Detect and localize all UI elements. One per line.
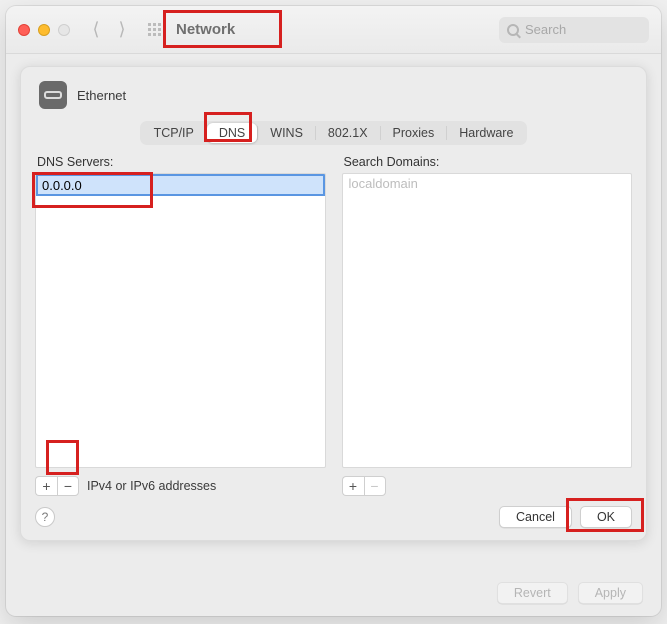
advanced-sheet: Ethernet TCP/IP DNS WINS 802.1X Proxies … xyxy=(20,66,647,541)
domain-item[interactable]: localdomain xyxy=(349,176,418,191)
dns-column: DNS Servers: + − IPv4 or IPv6 addresses xyxy=(35,155,326,496)
revert-button: Revert xyxy=(497,582,568,604)
search-domains-label: Search Domains: xyxy=(342,155,633,169)
zoom-window-button xyxy=(58,24,70,36)
window-footer: Revert Apply xyxy=(497,582,643,604)
search-field[interactable]: Search xyxy=(499,17,649,43)
search-icon xyxy=(507,24,519,36)
dns-server-input[interactable] xyxy=(36,174,325,196)
window-title: Network xyxy=(176,21,235,38)
show-all-icon[interactable] xyxy=(148,23,166,36)
dns-buttons-row: + − IPv4 or IPv6 addresses xyxy=(35,476,326,496)
ok-button[interactable]: OK xyxy=(580,506,632,528)
tab-wins[interactable]: WINS xyxy=(258,123,315,143)
tab-proxies[interactable]: Proxies xyxy=(381,123,447,143)
service-name: Ethernet xyxy=(77,88,126,103)
toolbar: ⟨ ⟩ Network Search xyxy=(6,6,661,54)
search-placeholder: Search xyxy=(525,22,566,37)
apply-button: Apply xyxy=(578,582,643,604)
ethernet-icon xyxy=(39,81,67,109)
add-dns-button[interactable]: + xyxy=(35,476,57,496)
tab-8021x[interactable]: 802.1X xyxy=(316,123,380,143)
service-row: Ethernet xyxy=(35,81,632,109)
segmented-control: TCP/IP DNS WINS 802.1X Proxies Hardware xyxy=(140,121,528,145)
dns-servers-label: DNS Servers: xyxy=(35,155,326,169)
cancel-button[interactable]: Cancel xyxy=(499,506,572,528)
columns: DNS Servers: + − IPv4 or IPv6 addresses … xyxy=(35,155,632,496)
add-domain-button[interactable]: + xyxy=(342,476,364,496)
dns-servers-list[interactable] xyxy=(35,173,326,468)
search-domains-list[interactable]: localdomain xyxy=(342,173,633,468)
remove-domain-button: − xyxy=(364,476,386,496)
tab-tcpip[interactable]: TCP/IP xyxy=(142,123,206,143)
minimize-window-button[interactable] xyxy=(38,24,50,36)
traffic-lights xyxy=(18,24,70,36)
close-window-button[interactable] xyxy=(18,24,30,36)
dns-stepper: + − xyxy=(35,476,79,496)
dns-hint: IPv4 or IPv6 addresses xyxy=(87,479,216,493)
back-button[interactable]: ⟨ xyxy=(86,20,106,40)
forward-button: ⟩ xyxy=(112,20,132,40)
tabs: TCP/IP DNS WINS 802.1X Proxies Hardware xyxy=(35,121,632,145)
tab-hardware[interactable]: Hardware xyxy=(447,123,525,143)
sheet-footer: ? Cancel OK xyxy=(35,506,632,528)
domains-column: Search Domains: localdomain + − xyxy=(342,155,633,496)
domains-buttons-row: + − xyxy=(342,476,633,496)
domains-stepper: + − xyxy=(342,476,386,496)
tab-dns[interactable]: DNS xyxy=(207,123,257,143)
nav-arrows: ⟨ ⟩ xyxy=(86,20,132,40)
help-button[interactable]: ? xyxy=(35,507,55,527)
title-area: Network xyxy=(148,21,235,38)
remove-dns-button[interactable]: − xyxy=(57,476,79,496)
prefs-window: ⟨ ⟩ Network Search Ethernet TCP/IP xyxy=(6,6,661,616)
